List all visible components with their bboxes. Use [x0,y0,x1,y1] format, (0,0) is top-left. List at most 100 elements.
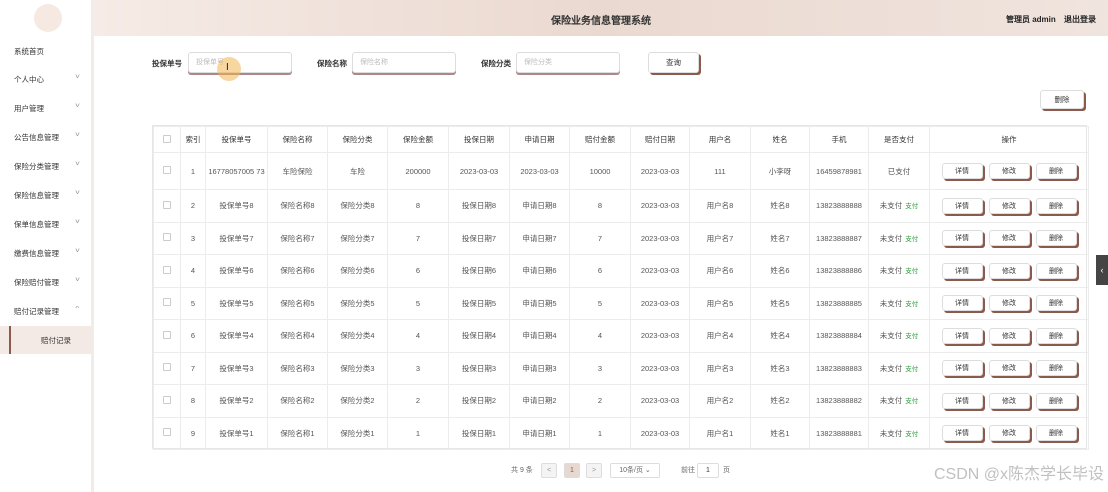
prev-page-button[interactable]: < [541,463,557,478]
table-cell: 2023-03-03 [630,221,690,255]
detail-button[interactable]: 详情 [941,360,983,377]
sidebar-item[interactable]: 保险信息管理 v [0,181,91,210]
active-indicator [9,326,11,354]
table-cell: 4 [180,254,206,288]
table-cell: 未支付 支付 [868,351,930,385]
row-checkbox[interactable] [163,265,171,274]
delete-button[interactable]: 删除 [1035,163,1077,179]
row-checkbox-cell[interactable] [153,189,181,223]
table-cell: 申请日期1 [509,416,570,450]
insurance-category-input[interactable]: 保险分类 [516,52,620,73]
delete-button[interactable]: 删除 [1035,230,1077,247]
table-cell: 未支付 支付 [868,384,930,418]
table-cell: 6 [180,319,206,353]
detail-button[interactable]: 详情 [941,197,983,214]
sidebar-item[interactable]: 用户管理 v [0,94,91,123]
detail-button[interactable]: 详情 [941,425,983,442]
next-page-button[interactable]: > [586,463,602,478]
pay-link[interactable]: 支付 [905,301,918,308]
sidebar-item[interactable]: 系统首页 [0,37,91,66]
edit-button[interactable]: 修改 [988,360,1030,377]
column-header: 索引 [180,126,206,153]
sidebar-item[interactable]: 保单信息管理 v [0,210,91,239]
table-row: 8 投保单号2 保险名称2 保险分类2 2 投保日期2 申请日期2 2 2023-03-03 用户… [153,384,1089,418]
delete-button[interactable]: 删除 [1035,392,1077,409]
checkbox-icon[interactable] [163,134,171,143]
edit-button[interactable]: 修改 [988,425,1030,442]
edit-button[interactable]: 修改 [988,392,1030,409]
table-cell: 2023-03-03 [630,351,690,385]
delete-button[interactable]: 删除 [1035,262,1077,279]
detail-button[interactable]: 详情 [941,262,983,279]
batch-delete-button[interactable]: 删除 [1040,90,1084,109]
insurance-name-label: 保险名称 [317,59,347,68]
row-checkbox-cell[interactable] [153,254,181,288]
payment-status: 未支付 [879,428,903,438]
edit-button[interactable]: 修改 [988,197,1030,214]
pay-link[interactable]: 支付 [905,398,918,405]
sidebar-item[interactable]: 赔付记录管理 ^ [0,297,91,326]
pay-link[interactable]: 支付 [905,268,918,275]
row-checkbox[interactable] [163,395,171,404]
detail-button[interactable]: 详情 [941,327,983,344]
delete-button[interactable]: 删除 [1035,425,1077,442]
page-1-button[interactable]: 1 [564,463,580,478]
row-checkbox[interactable] [163,166,171,174]
detail-button[interactable]: 详情 [941,230,983,247]
row-checkbox[interactable] [163,298,171,307]
avatar[interactable] [34,4,62,32]
sidebar-item-label: 保险赔付管理 [14,278,59,287]
edit-button[interactable]: 修改 [988,163,1030,179]
page-size-select[interactable]: 10条/页 ⌄ [610,463,660,478]
detail-button[interactable]: 详情 [941,295,983,312]
delete-button[interactable]: 删除 [1035,295,1077,312]
pay-link[interactable]: 支付 [905,333,918,340]
delete-button[interactable]: 删除 [1035,360,1077,377]
sidebar-item[interactable]: 个人中心 v [0,65,91,94]
row-checkbox[interactable] [163,233,171,242]
policy-no-label: 投保单号 [152,59,182,68]
table-cell: 保险名称2 [267,384,328,418]
edit-button[interactable]: 修改 [988,262,1030,279]
sidebar-subitem-payout-records[interactable]: 赔付记录 [0,326,91,354]
pay-link[interactable]: 支付 [905,203,918,210]
column-header: 申请日期 [509,126,570,153]
detail-button[interactable]: 详情 [941,392,983,409]
row-checkbox[interactable] [163,200,171,209]
table-cell: 用户名2 [689,384,751,418]
goto-page-input[interactable]: 1 [697,463,719,478]
edit-button[interactable]: 修改 [988,295,1030,312]
delete-button[interactable]: 删除 [1035,327,1077,344]
table-cell: 111 [689,152,751,190]
edit-button[interactable]: 修改 [988,230,1030,247]
row-checkbox[interactable] [163,363,171,372]
row-checkbox-cell[interactable] [153,221,181,255]
row-checkbox[interactable] [163,428,171,437]
query-button[interactable]: 查询 [648,52,699,73]
detail-button[interactable]: 详情 [941,163,983,179]
edit-button[interactable]: 修改 [988,327,1030,344]
row-checkbox-cell[interactable] [153,384,181,418]
payment-status: 未支付 [879,201,903,211]
logout-link[interactable]: 退出登录 [1064,15,1096,24]
sidebar-item[interactable]: 公告信息管理 v [0,123,91,152]
sidebar-item[interactable]: 缴费信息管理 v [0,239,91,268]
row-checkbox-cell[interactable] [153,416,181,450]
select-all-checkbox[interactable] [153,126,181,153]
row-checkbox-cell[interactable] [153,152,181,190]
collapse-panel-tab[interactable]: ‹ [1096,255,1108,285]
row-checkbox-cell[interactable] [153,351,181,385]
payment-status: 未支付 [879,396,903,406]
insurance-name-input[interactable]: 保险名称 [352,52,456,73]
row-checkbox[interactable] [163,330,171,339]
pay-link[interactable]: 支付 [905,431,918,438]
row-checkbox-cell[interactable] [153,319,181,353]
pay-link[interactable]: 支付 [905,366,918,373]
insurance-category-label: 保险分类 [481,59,511,68]
sidebar-item[interactable]: 保险分类管理 v [0,152,91,181]
table-cell: 13823888885 [809,286,869,320]
row-checkbox-cell[interactable] [153,286,181,320]
pay-link[interactable]: 支付 [905,236,918,243]
delete-button[interactable]: 删除 [1035,197,1077,214]
sidebar-item[interactable]: 保险赔付管理 v [0,268,91,297]
